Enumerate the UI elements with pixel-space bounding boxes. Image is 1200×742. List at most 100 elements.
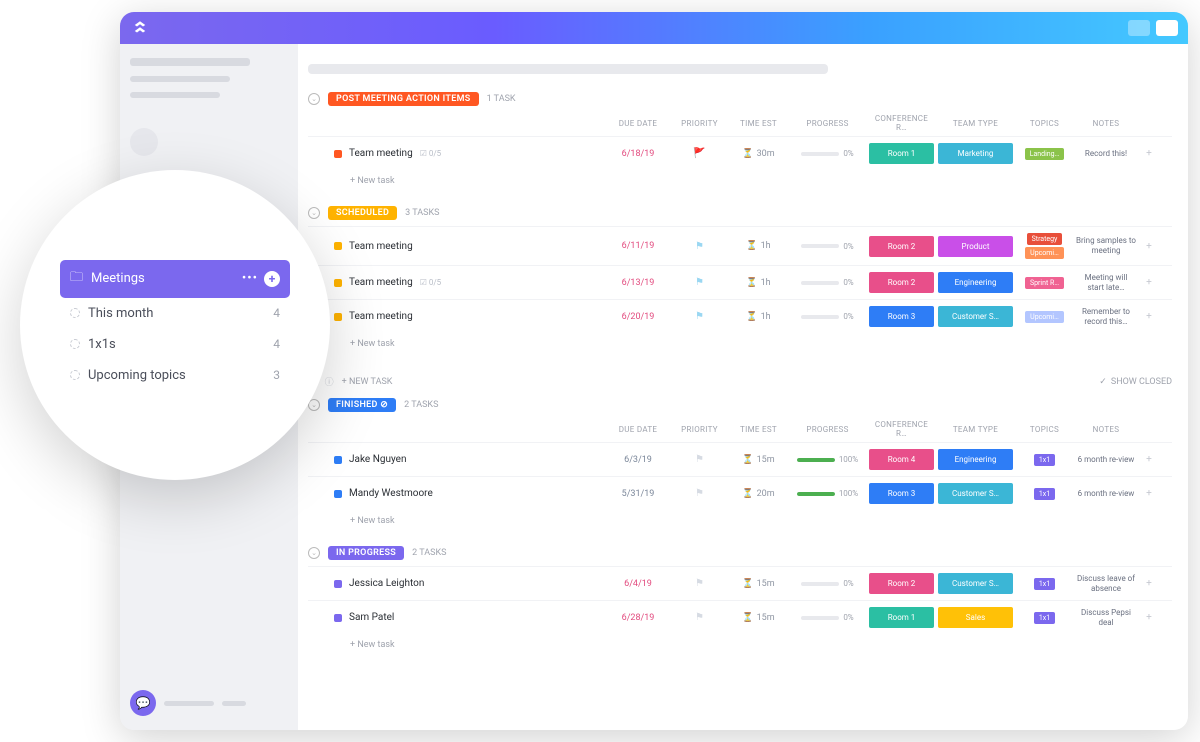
topic-chip[interactable]: Landing… bbox=[1025, 148, 1065, 160]
new-task-button[interactable]: + New task bbox=[308, 333, 1172, 351]
task-row[interactable]: Sam Patel6/28/19⚑⏳15m0%Room 1Sales1x1Dis… bbox=[308, 600, 1172, 634]
team-type-tag[interactable]: Engineering bbox=[938, 272, 1013, 293]
notes-cell[interactable]: Remember to record this… bbox=[1076, 307, 1136, 326]
conference-room-tag[interactable]: Room 1 bbox=[869, 143, 934, 164]
show-closed-button[interactable]: ✓SHOW CLOSED bbox=[1099, 377, 1172, 387]
conference-room-tag[interactable]: Room 3 bbox=[869, 306, 934, 327]
topic-chip[interactable]: Upcomi… bbox=[1025, 311, 1064, 323]
priority-flag-icon[interactable]: ⚑ bbox=[672, 578, 727, 589]
window-max-button[interactable] bbox=[1156, 20, 1178, 36]
conference-room-tag[interactable]: Room 3 bbox=[869, 483, 934, 504]
more-icon[interactable]: ••• bbox=[242, 271, 258, 286]
collapse-icon[interactable]: ⌄ bbox=[308, 547, 320, 559]
topics-cell: 1x1 bbox=[1017, 488, 1072, 500]
due-date[interactable]: 6/11/19 bbox=[608, 241, 668, 251]
notes-cell[interactable]: 6 month re-view bbox=[1076, 455, 1136, 465]
folder-list-item[interactable]: 1x1s4 bbox=[60, 329, 290, 360]
due-date[interactable]: 6/4/19 bbox=[608, 579, 668, 589]
notes-cell[interactable]: Meeting will start late… bbox=[1076, 273, 1136, 292]
team-type-tag[interactable]: Customer S… bbox=[938, 483, 1013, 504]
priority-flag-icon[interactable]: 🚩 bbox=[672, 148, 727, 159]
notes-cell[interactable]: Discuss leave of absence bbox=[1076, 574, 1136, 593]
list-label: This month bbox=[88, 306, 153, 321]
conference-room-tag[interactable]: Room 4 bbox=[869, 449, 934, 470]
folder-list-item[interactable]: This month4 bbox=[60, 298, 290, 329]
priority-flag-icon[interactable]: ⚑ bbox=[672, 488, 727, 499]
conference-room-tag[interactable]: Room 2 bbox=[869, 573, 934, 594]
task-row[interactable]: Team meeting☑ 0/56/18/19🚩⏳30m0%Room 1Mar… bbox=[308, 136, 1172, 170]
time-estimate[interactable]: ⏳1h bbox=[731, 241, 786, 251]
priority-flag-icon[interactable]: ⚑ bbox=[672, 311, 727, 322]
topic-chip[interactable]: Strategy bbox=[1027, 233, 1063, 245]
chat-icon[interactable]: 💬 bbox=[130, 690, 156, 716]
team-type-tag[interactable]: Customer S… bbox=[938, 306, 1013, 327]
add-column-button[interactable]: + bbox=[1140, 241, 1158, 252]
due-date[interactable]: 6/3/19 bbox=[608, 455, 668, 465]
time-estimate[interactable]: ⏳1h bbox=[731, 278, 786, 288]
info-icon[interactable]: ⓘ bbox=[325, 375, 334, 388]
topic-chip[interactable]: 1x1 bbox=[1034, 612, 1055, 624]
due-date[interactable]: 6/18/19 bbox=[608, 149, 668, 159]
new-task-button[interactable]: + New task bbox=[308, 170, 1172, 188]
team-type-tag[interactable]: Engineering bbox=[938, 449, 1013, 470]
due-date[interactable]: 6/28/19 bbox=[608, 613, 668, 623]
priority-flag-icon[interactable]: ⚑ bbox=[672, 612, 727, 623]
notes-cell[interactable]: Record this! bbox=[1076, 149, 1136, 159]
team-type-tag[interactable]: Marketing bbox=[938, 143, 1013, 164]
priority-flag-icon[interactable]: ⚑ bbox=[672, 277, 727, 288]
conference-room-tag[interactable]: Room 2 bbox=[869, 272, 934, 293]
add-column-button[interactable]: + bbox=[1140, 148, 1158, 159]
task-row[interactable]: Jake Nguyen6/3/19⚑⏳15m100%Room 4Engineer… bbox=[308, 442, 1172, 476]
time-estimate[interactable]: ⏳15m bbox=[731, 579, 786, 589]
team-type-tag[interactable]: Sales bbox=[938, 607, 1013, 628]
due-date[interactable]: 6/13/19 bbox=[608, 278, 668, 288]
add-column-button[interactable]: + bbox=[1140, 578, 1158, 589]
status-label[interactable]: SCHEDULED bbox=[328, 206, 397, 220]
time-estimate[interactable]: ⏳15m bbox=[731, 613, 786, 623]
time-estimate[interactable]: ⏳30m bbox=[731, 149, 786, 159]
conference-room-tag[interactable]: Room 2 bbox=[869, 236, 934, 257]
topic-chip[interactable]: 1x1 bbox=[1034, 578, 1055, 590]
due-date[interactable]: 5/31/19 bbox=[608, 489, 668, 499]
task-row[interactable]: Team meeting6/20/19⚑⏳1h0%Room 3Customer … bbox=[308, 299, 1172, 333]
team-type-tag[interactable]: Customer S… bbox=[938, 573, 1013, 594]
folder-meetings[interactable]: 🗀 Meetings ••• + bbox=[60, 260, 290, 298]
new-task-button[interactable]: + NEW TASK bbox=[342, 377, 393, 387]
task-row[interactable]: Team meeting6/11/19⚑⏳1h0%Room 2ProductSt… bbox=[308, 226, 1172, 265]
time-estimate[interactable]: ⏳1h bbox=[731, 312, 786, 322]
add-column-button[interactable]: + bbox=[1140, 454, 1158, 465]
new-task-button[interactable]: + New task bbox=[308, 634, 1172, 652]
add-column-button[interactable]: + bbox=[1140, 311, 1158, 322]
topic-chip[interactable]: Upcomi… bbox=[1025, 247, 1064, 259]
collapse-icon[interactable]: ⌄ bbox=[308, 93, 320, 105]
notes-cell[interactable]: 6 month re-view bbox=[1076, 489, 1136, 499]
task-row[interactable]: Team meeting☑ 0/56/13/19⚑⏳1h0%Room 2Engi… bbox=[308, 265, 1172, 299]
task-row[interactable]: Mandy Westmoore5/31/19⚑⏳20m100%Room 3Cus… bbox=[308, 476, 1172, 510]
time-estimate[interactable]: ⏳20m bbox=[731, 489, 786, 499]
column-header: TOPICS bbox=[1017, 119, 1072, 128]
topic-chip[interactable]: 1x1 bbox=[1034, 454, 1055, 466]
conference-room-tag[interactable]: Room 1 bbox=[869, 607, 934, 628]
new-task-button[interactable]: + New task bbox=[308, 510, 1172, 528]
collapse-icon[interactable]: ⌄ bbox=[308, 207, 320, 219]
priority-flag-icon[interactable]: ⚑ bbox=[672, 454, 727, 465]
notes-cell[interactable]: Discuss Pepsi deal bbox=[1076, 608, 1136, 627]
status-label[interactable]: FINISHED ⊘ bbox=[328, 398, 396, 412]
priority-flag-icon[interactable]: ⚑ bbox=[672, 241, 727, 252]
status-square-icon bbox=[334, 279, 342, 287]
add-column-button[interactable]: + bbox=[1140, 277, 1158, 288]
time-estimate[interactable]: ⏳15m bbox=[731, 455, 786, 465]
status-label[interactable]: POST MEETING ACTION ITEMS bbox=[328, 92, 479, 106]
add-column-button[interactable]: + bbox=[1140, 612, 1158, 623]
due-date[interactable]: 6/20/19 bbox=[608, 312, 668, 322]
add-list-button[interactable]: + bbox=[264, 271, 280, 287]
task-row[interactable]: Jessica Leighton6/4/19⚑⏳15m0%Room 2Custo… bbox=[308, 566, 1172, 600]
topic-chip[interactable]: 1x1 bbox=[1034, 488, 1055, 500]
folder-list-item[interactable]: Upcoming topics3 bbox=[60, 360, 290, 391]
topic-chip[interactable]: Sprint R… bbox=[1025, 277, 1064, 289]
add-column-button[interactable]: + bbox=[1140, 488, 1158, 499]
status-label[interactable]: IN PROGRESS bbox=[328, 546, 404, 560]
notes-cell[interactable]: Bring samples to meeting bbox=[1076, 236, 1136, 255]
team-type-tag[interactable]: Product bbox=[938, 236, 1013, 257]
window-min-button[interactable] bbox=[1128, 20, 1150, 36]
